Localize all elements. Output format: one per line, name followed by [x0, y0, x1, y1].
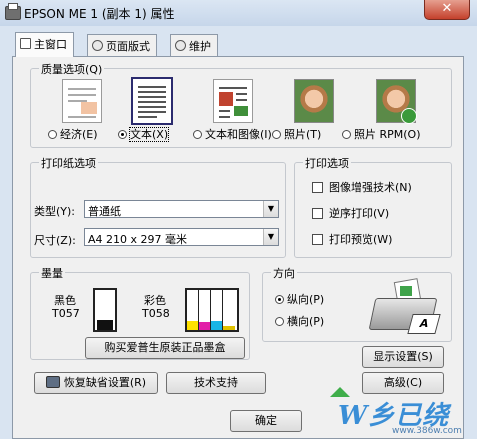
- reverse-order-checkbox[interactable]: [312, 208, 323, 219]
- tech-support-button[interactable]: 技术支持: [166, 372, 266, 394]
- orientation-title: 方向: [271, 265, 297, 281]
- photo-rpm-icon[interactable]: [376, 79, 417, 124]
- radio-portrait[interactable]: [275, 295, 284, 304]
- quality-photo-rpm-option[interactable]: 照片 RPM(O): [342, 126, 421, 142]
- chevron-down-icon[interactable]: ▼: [263, 201, 278, 217]
- quality-economy-option[interactable]: 经济(E): [48, 126, 98, 142]
- restore-defaults-button[interactable]: 恢复缺省设置(R): [34, 372, 158, 394]
- tab-maintenance-label: 维护: [189, 40, 211, 53]
- orientation-landscape-label: 横向(P): [287, 315, 325, 328]
- image-enhance-checkbox[interactable]: [312, 182, 323, 193]
- paper-size-value: A4 210 x 297 毫米: [88, 233, 188, 246]
- page-layout-icon: [92, 40, 103, 51]
- paper-type-label: 类型(Y):: [34, 205, 76, 218]
- buy-ink-button-label: 购买爱普生原装正品墨盒: [104, 341, 226, 354]
- print-preview-label: 打印预览(W): [329, 233, 393, 246]
- color-ink-level: [223, 290, 235, 330]
- restore-defaults-label: 恢复缺省设置(R): [63, 376, 147, 389]
- buy-ink-button[interactable]: 购买爱普生原装正品墨盒: [85, 337, 245, 359]
- paper-options-title: 打印纸选项: [39, 155, 98, 171]
- orientation-portrait-label: 纵向(P): [287, 293, 325, 306]
- tab-page-layout[interactable]: 页面版式: [87, 34, 157, 56]
- radio-photo-rpm[interactable]: [342, 130, 351, 139]
- tab-main-window[interactable]: 主窗口: [15, 32, 74, 57]
- quality-photo-label: 照片(T): [284, 128, 322, 141]
- maintenance-icon: [175, 40, 186, 51]
- color-ink-cartridge: [185, 288, 239, 332]
- paper-type-value: 普通纸: [88, 205, 121, 218]
- ok-label: 确定: [255, 414, 277, 427]
- ok-button[interactable]: 确定: [230, 410, 302, 432]
- photo-icon[interactable]: [294, 79, 334, 123]
- printer-app-icon: [5, 3, 21, 20]
- paper-size-select[interactable]: A4 210 x 297 毫米 ▼: [84, 228, 279, 246]
- quality-options-title: 质量选项(Q): [39, 61, 105, 77]
- reverse-order-label: 逆序打印(V): [329, 207, 390, 220]
- advanced-label: 高级(C): [383, 376, 423, 389]
- radio-text-image[interactable]: [193, 130, 202, 139]
- paper-size-label: 尺寸(Z):: [34, 234, 76, 247]
- print-preview-option[interactable]: 打印预览(W): [312, 231, 392, 247]
- advanced-button[interactable]: 高级(C): [362, 372, 444, 394]
- chevron-down-icon[interactable]: ▼: [263, 229, 278, 245]
- economy-doc-icon[interactable]: [62, 79, 102, 123]
- text-image-doc-icon[interactable]: [213, 79, 253, 123]
- image-enhance-option[interactable]: 图像增强技术(N): [312, 179, 412, 195]
- image-enhance-label: 图像增强技术(N): [329, 181, 412, 194]
- ink-levels-title: 墨量: [39, 265, 65, 281]
- black-ink-code: T057: [52, 307, 80, 320]
- black-ink-cartridge: [93, 288, 117, 332]
- reverse-order-option[interactable]: 逆序打印(V): [312, 205, 389, 221]
- quality-economy-label: 经济(E): [60, 128, 98, 141]
- print-preview-checkbox[interactable]: [312, 234, 323, 245]
- quality-photo-rpm-label: 照片 RPM(O): [354, 128, 421, 141]
- site-watermark: W乡已绕 www.386w.com: [330, 387, 477, 439]
- main-window-icon: [20, 38, 31, 49]
- tech-support-label: 技术支持: [194, 376, 238, 389]
- black-ink-label: 黑色: [54, 294, 76, 307]
- restore-defaults-icon: [45, 376, 60, 388]
- quality-text-image-option[interactable]: 文本和图像(I): [193, 126, 272, 142]
- color-ink-label: 彩色: [144, 294, 166, 307]
- show-settings-label: 显示设置(S): [373, 350, 433, 363]
- quality-text-option[interactable]: 文本(X): [118, 126, 170, 142]
- tab-maintenance[interactable]: 维护: [170, 34, 218, 56]
- orientation-portrait-option[interactable]: 纵向(P): [275, 291, 324, 307]
- tab-main-window-label: 主窗口: [34, 38, 67, 51]
- rpm-badge-icon: [401, 108, 417, 124]
- radio-photo[interactable]: [272, 130, 281, 139]
- printer-orientation-icon: A: [368, 278, 441, 334]
- window-title: EPSON ME 1 (副本 1) 属性: [24, 7, 175, 21]
- orientation-page-letter: A: [407, 314, 441, 334]
- text-doc-icon[interactable]: [131, 77, 173, 125]
- orientation-landscape-option[interactable]: 横向(P): [275, 313, 324, 329]
- show-settings-button[interactable]: 显示设置(S): [362, 346, 444, 368]
- watermark-url: www.386w.com: [392, 426, 462, 436]
- tab-page-layout-label: 页面版式: [106, 40, 150, 53]
- radio-landscape[interactable]: [275, 317, 284, 326]
- radio-economy[interactable]: [48, 130, 57, 139]
- title-bar[interactable]: EPSON ME 1 (副本 1) 属性 ✕: [0, 0, 477, 26]
- black-ink-level: [97, 320, 113, 330]
- color-ink-level: [199, 290, 211, 330]
- paper-type-select[interactable]: 普通纸 ▼: [84, 200, 279, 218]
- radio-text[interactable]: [118, 130, 127, 139]
- quality-text-label: 文本(X): [128, 127, 170, 142]
- print-options-title: 打印选项: [303, 155, 351, 171]
- quality-photo-option[interactable]: 照片(T): [272, 126, 321, 142]
- color-ink-code: T058: [142, 307, 170, 320]
- close-button[interactable]: ✕: [424, 0, 470, 20]
- color-ink-level: [187, 290, 199, 330]
- quality-text-image-label: 文本和图像(I): [205, 128, 272, 141]
- color-ink-level: [211, 290, 223, 330]
